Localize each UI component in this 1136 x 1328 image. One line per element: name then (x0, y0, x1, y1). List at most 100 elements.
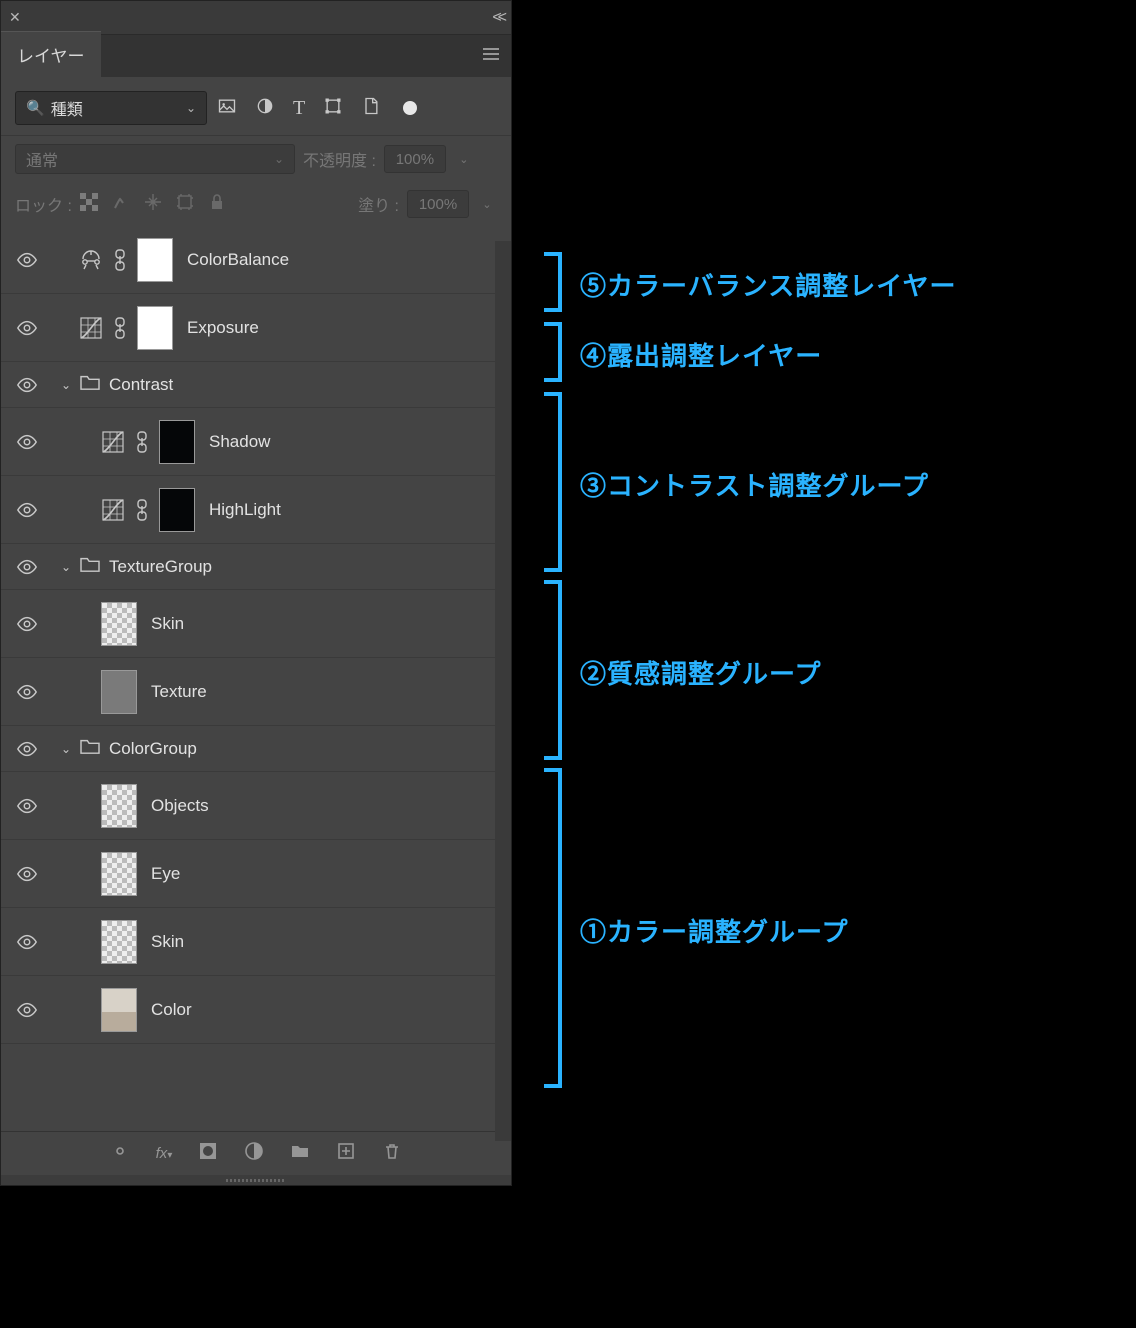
collapse-icon[interactable]: << (492, 9, 503, 27)
visibility-toggle[interactable] (1, 613, 53, 635)
tab-layers[interactable]: レイヤー (1, 31, 101, 77)
annotation-text: ②質感調整グループ (580, 654, 821, 691)
layer-shadow[interactable]: Shadow (1, 408, 511, 476)
curves-icon (75, 315, 107, 341)
fill-input[interactable]: 100% (407, 190, 469, 218)
blend-mode-value: 通常 (26, 147, 58, 171)
layer-thumbnail[interactable] (101, 602, 137, 646)
visibility-toggle[interactable] (1, 317, 53, 339)
lock-transparency-icon[interactable] (80, 193, 98, 216)
layer-color[interactable]: Color (1, 976, 511, 1044)
link-icon (111, 316, 129, 340)
visibility-toggle[interactable] (1, 681, 53, 703)
filter-row: 🔍 種類 ⌄ T (1, 77, 511, 136)
layer-thumbnail[interactable] (101, 670, 137, 714)
annotation-5: ⑤カラーバランス調整レイヤー (544, 266, 956, 303)
visibility-toggle[interactable] (1, 374, 53, 396)
visibility-toggle[interactable] (1, 738, 53, 760)
group-contrast[interactable]: ⌄ Contrast (1, 362, 511, 408)
blend-row: 通常 ⌄ 不透明度 : 100% ⌄ (1, 136, 511, 182)
link-icon (111, 248, 129, 272)
layer-list: ColorBalance Exposure ⌄ Contrast (1, 226, 511, 1131)
filter-adjustment-icon[interactable] (255, 96, 275, 121)
search-icon: 🔍 (26, 99, 45, 117)
lock-pixels-icon[interactable] (112, 193, 130, 216)
blend-mode-dropdown[interactable]: 通常 ⌄ (15, 144, 295, 174)
panel-menu-icon[interactable] (481, 44, 501, 69)
lock-artboard-icon[interactable] (176, 193, 194, 216)
lock-row: ロック : 塗り : 100% ⌄ (1, 182, 511, 226)
layer-name: Texture (151, 682, 207, 702)
colorbalance-icon (75, 247, 107, 273)
mask-thumbnail[interactable] (137, 306, 173, 350)
annotation-2: ②質感調整グループ (544, 654, 821, 691)
filter-smartobject-icon[interactable] (361, 96, 381, 121)
layer-exposure[interactable]: Exposure (1, 294, 511, 362)
layers-panel: ✕ << レイヤー 🔍 種類 ⌄ T (0, 0, 512, 1186)
layer-name: Color (151, 1000, 192, 1020)
visibility-toggle[interactable] (1, 931, 53, 953)
filter-toggle-icon[interactable] (403, 101, 417, 115)
visibility-toggle[interactable] (1, 431, 53, 453)
annotation-3: ③コントラスト調整グループ (544, 466, 929, 503)
close-icon[interactable]: ✕ (9, 9, 21, 26)
resize-handle[interactable] (1, 1175, 511, 1185)
visibility-toggle[interactable] (1, 795, 53, 817)
group-texture[interactable]: ⌄ TextureGroup (1, 544, 511, 590)
lock-position-icon[interactable] (144, 193, 162, 216)
group-caret-icon[interactable]: ⌄ (53, 378, 79, 392)
new-group-icon[interactable] (290, 1141, 310, 1166)
layer-skin-texture[interactable]: Skin (1, 590, 511, 658)
filter-image-icon[interactable] (217, 96, 237, 121)
fill-value: 100% (419, 196, 457, 213)
scrollbar[interactable] (495, 241, 511, 1141)
visibility-toggle[interactable] (1, 999, 53, 1021)
layer-texture[interactable]: Texture (1, 658, 511, 726)
layer-thumbnail[interactable] (101, 988, 137, 1032)
layer-name: Objects (151, 796, 209, 816)
fx-icon[interactable]: fx▾ (156, 1145, 173, 1162)
layer-eye[interactable]: Eye (1, 840, 511, 908)
new-adjustment-icon[interactable] (244, 1141, 264, 1166)
tab-label: レイヤー (17, 47, 85, 66)
layer-name: Exposure (187, 318, 259, 338)
new-layer-icon[interactable] (336, 1141, 356, 1166)
layer-thumbnail[interactable] (101, 852, 137, 896)
visibility-toggle[interactable] (1, 499, 53, 521)
group-color[interactable]: ⌄ ColorGroup (1, 726, 511, 772)
visibility-toggle[interactable] (1, 249, 53, 271)
filter-type-label: 種類 (51, 96, 83, 120)
layer-name: Contrast (109, 375, 173, 395)
lock-all-icon[interactable] (208, 193, 226, 216)
visibility-toggle[interactable] (1, 863, 53, 885)
visibility-toggle[interactable] (1, 556, 53, 578)
opacity-input[interactable]: 100% (384, 145, 446, 173)
layer-colorbalance[interactable]: ColorBalance (1, 226, 511, 294)
filter-text-icon[interactable]: T (293, 97, 305, 120)
layer-name: ColorBalance (187, 250, 289, 270)
group-caret-icon[interactable]: ⌄ (53, 742, 79, 756)
chevron-down-icon: ⌄ (274, 152, 284, 166)
layer-skin-color[interactable]: Skin (1, 908, 511, 976)
link-layers-icon[interactable] (110, 1141, 130, 1166)
mask-thumbnail[interactable] (159, 488, 195, 532)
filter-shape-icon[interactable] (323, 96, 343, 121)
layer-name: Skin (151, 932, 184, 952)
mask-thumbnail[interactable] (137, 238, 173, 282)
filter-type-dropdown[interactable]: 🔍 種類 ⌄ (15, 91, 207, 125)
layer-highlight[interactable]: HighLight (1, 476, 511, 544)
group-caret-icon[interactable]: ⌄ (53, 560, 79, 574)
annotation-text: ①カラー調整グループ (580, 912, 848, 949)
fill-stepper[interactable]: ⌄ (477, 190, 497, 218)
mask-thumbnail[interactable] (159, 420, 195, 464)
layer-objects[interactable]: Objects (1, 772, 511, 840)
opacity-stepper[interactable]: ⌄ (454, 145, 474, 173)
annotation-4: ④露出調整レイヤー (544, 336, 822, 373)
lock-label: ロック : (15, 192, 72, 216)
delete-icon[interactable] (382, 1141, 402, 1166)
annotation-1: ①カラー調整グループ (544, 912, 848, 949)
add-mask-icon[interactable] (198, 1141, 218, 1166)
layer-name: Skin (151, 614, 184, 634)
layer-thumbnail[interactable] (101, 784, 137, 828)
layer-thumbnail[interactable] (101, 920, 137, 964)
